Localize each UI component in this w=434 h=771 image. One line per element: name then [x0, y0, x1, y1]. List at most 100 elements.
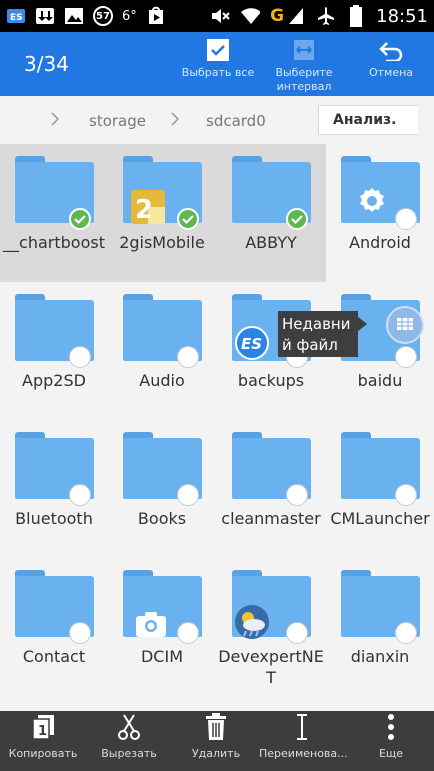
file-name: __chartboost: [3, 233, 105, 252]
checkbox-unchecked[interactable]: [286, 484, 308, 506]
checkbox-unchecked[interactable]: [286, 622, 308, 644]
svg-text:2: 2: [135, 195, 153, 224]
file-item[interactable]: Books: [108, 420, 216, 557]
analyze-button[interactable]: Анализ.: [318, 105, 418, 135]
checkbox-unchecked[interactable]: [177, 622, 199, 644]
file-name: DevexpertNET: [218, 647, 324, 687]
cut-button[interactable]: Вырезать: [86, 711, 172, 771]
checkbox-checked[interactable]: [177, 208, 199, 230]
file-name: Bluetooth: [15, 509, 93, 528]
file-name: CMLauncher: [330, 509, 430, 528]
file-item[interactable]: __chartboost: [0, 144, 108, 281]
selection-counter: 3/34: [24, 52, 69, 76]
mute-icon: [210, 6, 230, 26]
file-name: Books: [137, 509, 187, 528]
select-all-icon: [206, 38, 230, 66]
copy-icon: 1: [30, 714, 56, 744]
text-cursor-icon: [294, 713, 310, 745]
notification-badge: 57: [93, 6, 113, 26]
file-item[interactable]: CMLauncher: [326, 420, 434, 557]
svg-text:ES: ES: [10, 13, 23, 23]
file-name: DCIM: [140, 647, 183, 666]
tooltip-text-2: й файл: [282, 336, 338, 354]
undo-icon: [378, 39, 404, 65]
file-item[interactable]: dianxin: [326, 558, 434, 695]
more-label: Еще: [378, 747, 404, 760]
file-item[interactable]: Bluetooth: [0, 420, 108, 557]
wifi-icon: [240, 6, 261, 26]
file-name: Audio: [139, 371, 185, 390]
checkbox-unchecked[interactable]: [395, 484, 417, 506]
checkbox-unchecked[interactable]: [69, 346, 91, 368]
bottom-action-bar: 1 Копировать Вырезать Удалить Переименов…: [0, 711, 434, 771]
more-vert-icon: [387, 713, 395, 745]
file-item[interactable]: DCIM: [108, 558, 216, 695]
svg-text:1: 1: [38, 724, 47, 739]
file-name: dianxin: [350, 647, 410, 666]
svg-text:ES: ES: [241, 335, 262, 353]
copy-label: Копировать: [8, 747, 78, 760]
copy-button[interactable]: 1 Копировать: [0, 711, 86, 771]
select-range-icon: [292, 38, 316, 66]
more-button[interactable]: Еще: [348, 711, 434, 771]
chevron-right-icon: [51, 112, 60, 126]
battery-icon: [346, 5, 366, 27]
file-item[interactable]: 2 2gisMobile: [108, 144, 216, 281]
file-item[interactable]: Contact: [0, 558, 108, 695]
file-name: baidu: [357, 371, 403, 390]
temperature-text: 6°: [122, 8, 137, 24]
breadcrumb-item-sdcard0[interactable]: sdcard0: [206, 112, 266, 130]
checkbox-checked[interactable]: [69, 208, 91, 230]
checkbox-unchecked[interactable]: [177, 484, 199, 506]
rename-button[interactable]: Переименова...: [259, 711, 348, 771]
chevron-right-icon: [171, 112, 180, 126]
select-all-label: Выбрать все: [181, 66, 255, 79]
file-item[interactable]: Audio: [108, 282, 216, 419]
select-range-label-2: интервал: [276, 80, 332, 93]
recent-files-icon[interactable]: [386, 306, 424, 344]
checkbox-checked[interactable]: [286, 208, 308, 230]
file-item[interactable]: Android: [326, 144, 434, 281]
status-bar: ES 57 6° G 18:51: [0, 0, 434, 32]
tooltip-arrow: [357, 316, 367, 332]
rename-label: Переименова...: [259, 747, 348, 760]
delete-label: Удалить: [191, 747, 241, 760]
breadcrumb-item-storage[interactable]: storage: [89, 112, 146, 130]
file-name: backups: [237, 371, 305, 390]
play-store-icon: [146, 6, 166, 26]
app-badge-icon: 2: [131, 190, 165, 228]
es-app-icon: ES: [6, 6, 26, 26]
file-name: App2SD: [22, 371, 86, 390]
airplane-icon: [316, 6, 336, 26]
file-item[interactable]: cleanmaster: [217, 420, 325, 557]
cut-label: Вырезать: [101, 747, 157, 760]
select-all-button[interactable]: Выбрать все: [178, 38, 258, 94]
select-range-label-1: Выберите: [275, 66, 333, 79]
file-name: Android: [349, 233, 411, 252]
checkbox-unchecked[interactable]: [395, 346, 417, 368]
select-range-button[interactable]: Выберите интервал: [264, 38, 344, 94]
checkbox-unchecked[interactable]: [69, 484, 91, 506]
file-name: cleanmaster: [221, 509, 321, 528]
scissors-icon: [116, 713, 142, 745]
clock: 18:51: [376, 5, 428, 27]
file-item[interactable]: App2SD: [0, 282, 108, 419]
image-icon: [64, 6, 84, 26]
checkbox-unchecked[interactable]: [177, 346, 199, 368]
selection-action-bar: 3/34 Выбрать все Выберите интервал Отмена: [0, 32, 434, 96]
file-name: Contact: [22, 647, 86, 666]
checkbox-unchecked[interactable]: [395, 622, 417, 644]
download-icon: [35, 6, 55, 26]
app-badge-icon: ES: [235, 326, 269, 364]
app-badge-icon: [234, 604, 270, 644]
trash-icon: [204, 713, 228, 745]
checkbox-unchecked[interactable]: [69, 622, 91, 644]
delete-button[interactable]: Удалить: [173, 711, 259, 771]
file-item[interactable]: ABBYY: [217, 144, 325, 281]
app-badge-icon: [135, 610, 167, 642]
cancel-button[interactable]: Отмена: [351, 38, 431, 94]
checkbox-unchecked[interactable]: [395, 208, 417, 230]
recent-file-tooltip[interactable]: Недавни й файл: [278, 311, 358, 357]
file-name: 2gisMobile: [119, 233, 205, 252]
file-item[interactable]: DevexpertNET: [217, 558, 325, 695]
